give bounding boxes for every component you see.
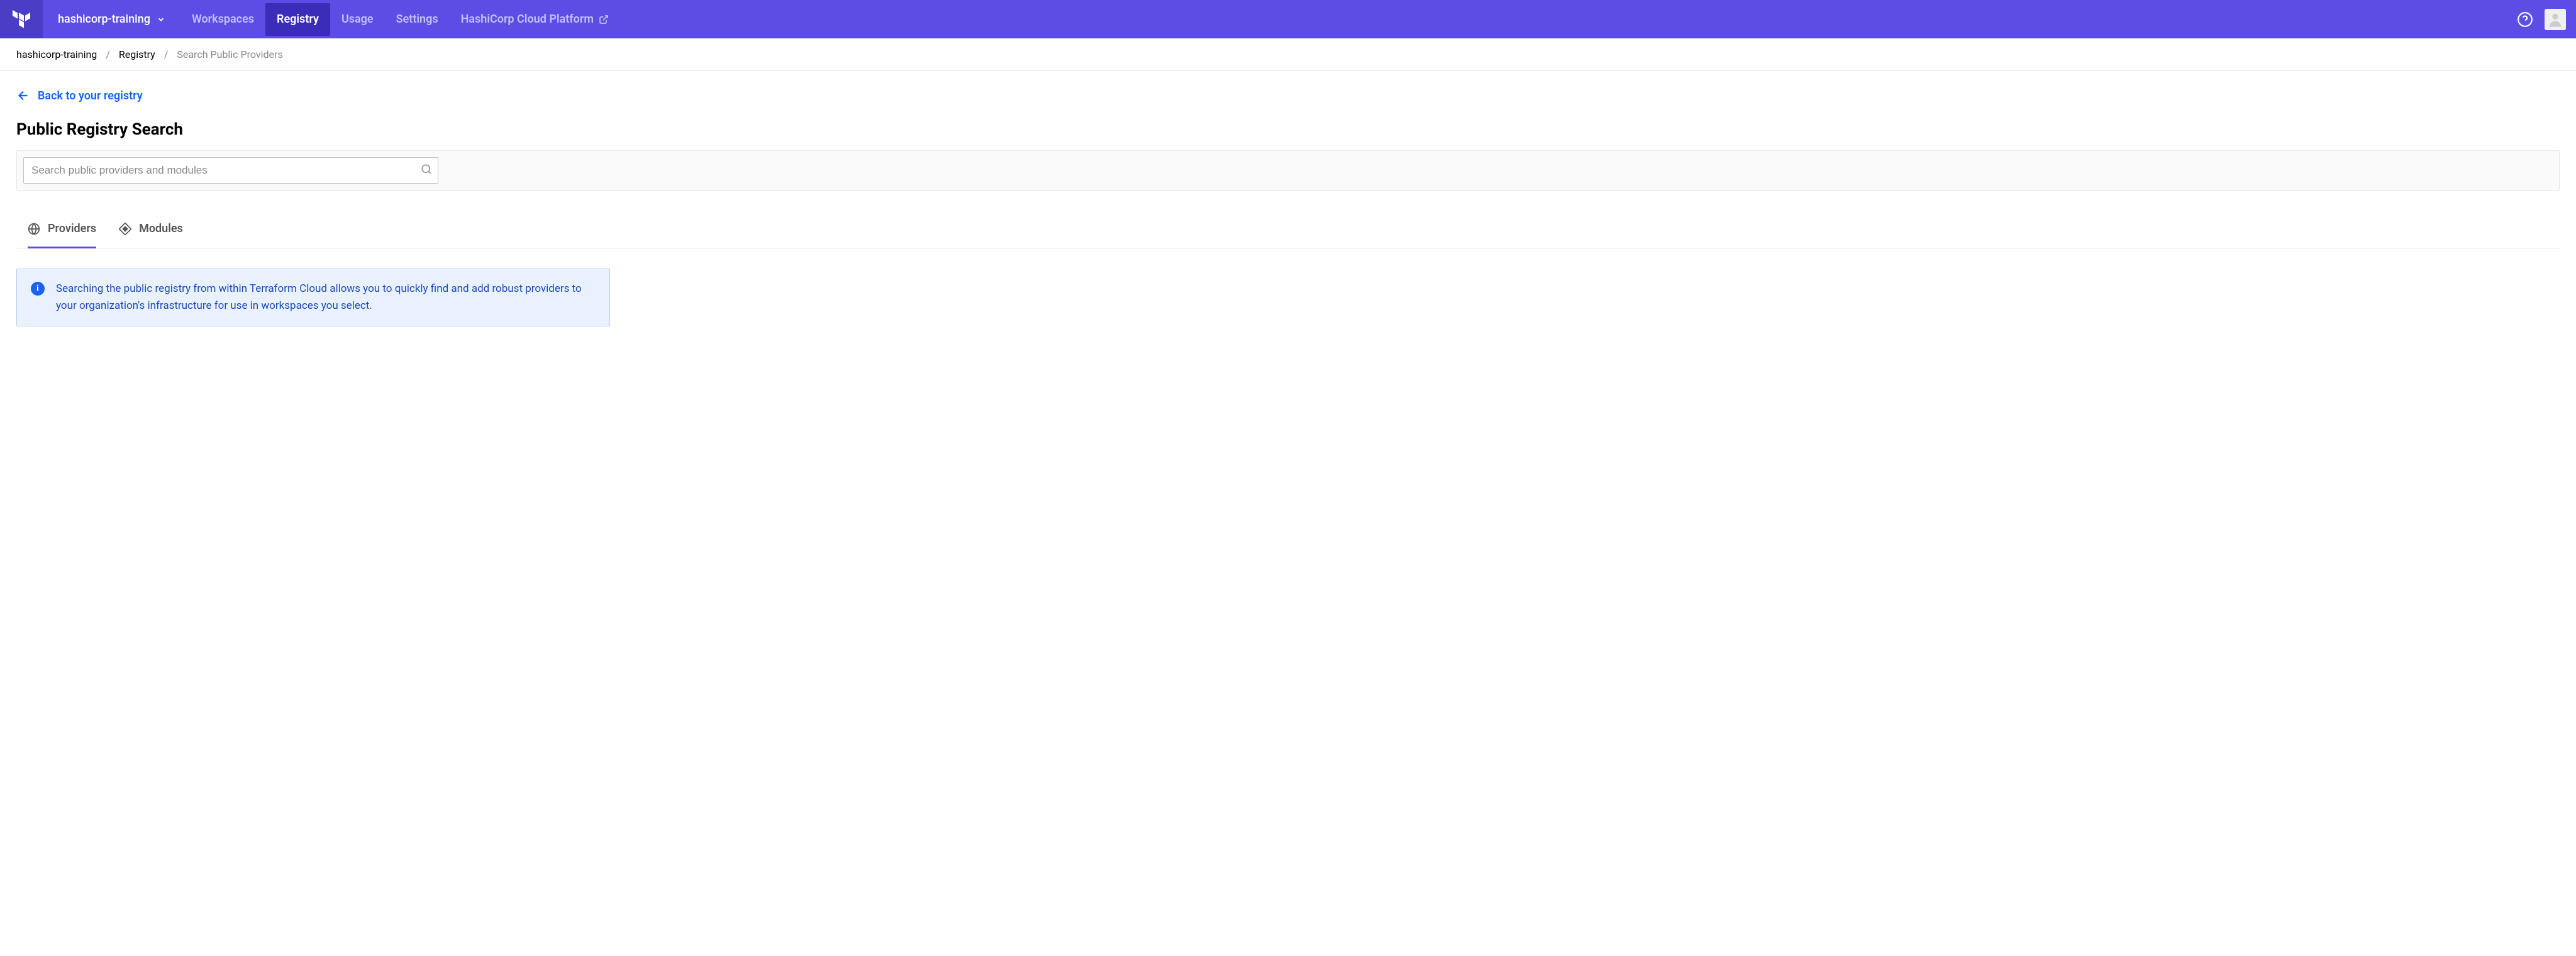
breadcrumb-registry[interactable]: Registry [119,48,155,60]
tab-label: Providers [48,222,96,235]
search-icon [421,164,432,177]
back-link-label: Back to your registry [38,89,143,103]
breadcrumb-org[interactable]: hashicorp-training [16,48,97,60]
nav-items: Workspaces Registry Usage Settings Hashi… [180,0,620,38]
nav-settings[interactable]: Settings [385,3,450,36]
help-button[interactable] [2517,11,2533,28]
avatar-icon [2546,11,2564,28]
search-input[interactable] [23,157,438,184]
org-selector[interactable]: hashicorp-training [43,13,180,26]
page-title: Public Registry Search [16,120,2560,139]
tab-providers[interactable]: Providers [28,211,96,248]
modules-icon [119,223,131,235]
top-header: hashicorp-training Workspaces Registry U… [0,0,2576,38]
help-icon [2517,11,2533,28]
search-input-wrap [23,157,438,184]
tab-label: Modules [139,222,183,235]
logo-box[interactable] [0,0,43,38]
info-icon: i [31,282,45,296]
tab-modules[interactable]: Modules [119,211,183,248]
nav-registry[interactable]: Registry [265,3,330,36]
terraform-logo-icon [13,10,30,29]
tabs: Providers Modules [16,211,2560,248]
external-link-icon [599,14,609,25]
search-container [16,150,2560,191]
org-name: hashicorp-training [58,13,150,26]
info-text: Searching the public registry from withi… [56,281,596,314]
nav-workspaces[interactable]: Workspaces [180,3,265,36]
content: Back to your registry Public Registry Se… [0,71,2576,326]
breadcrumb: hashicorp-training / Registry / Search P… [0,38,2576,71]
breadcrumb-current: Search Public Providers [177,48,282,60]
breadcrumb-sep: / [106,48,110,60]
breadcrumb-sep: / [164,48,169,60]
back-link[interactable]: Back to your registry [16,89,2560,103]
arrow-left-icon [16,89,30,103]
info-box: i Searching the public registry from wit… [16,269,610,326]
header-right [2517,9,2576,30]
providers-icon [28,223,40,235]
chevron-down-icon [157,15,165,24]
avatar-button[interactable] [2545,9,2566,30]
nav-usage[interactable]: Usage [330,3,385,36]
nav-hcp[interactable]: HashiCorp Cloud Platform [450,3,620,36]
